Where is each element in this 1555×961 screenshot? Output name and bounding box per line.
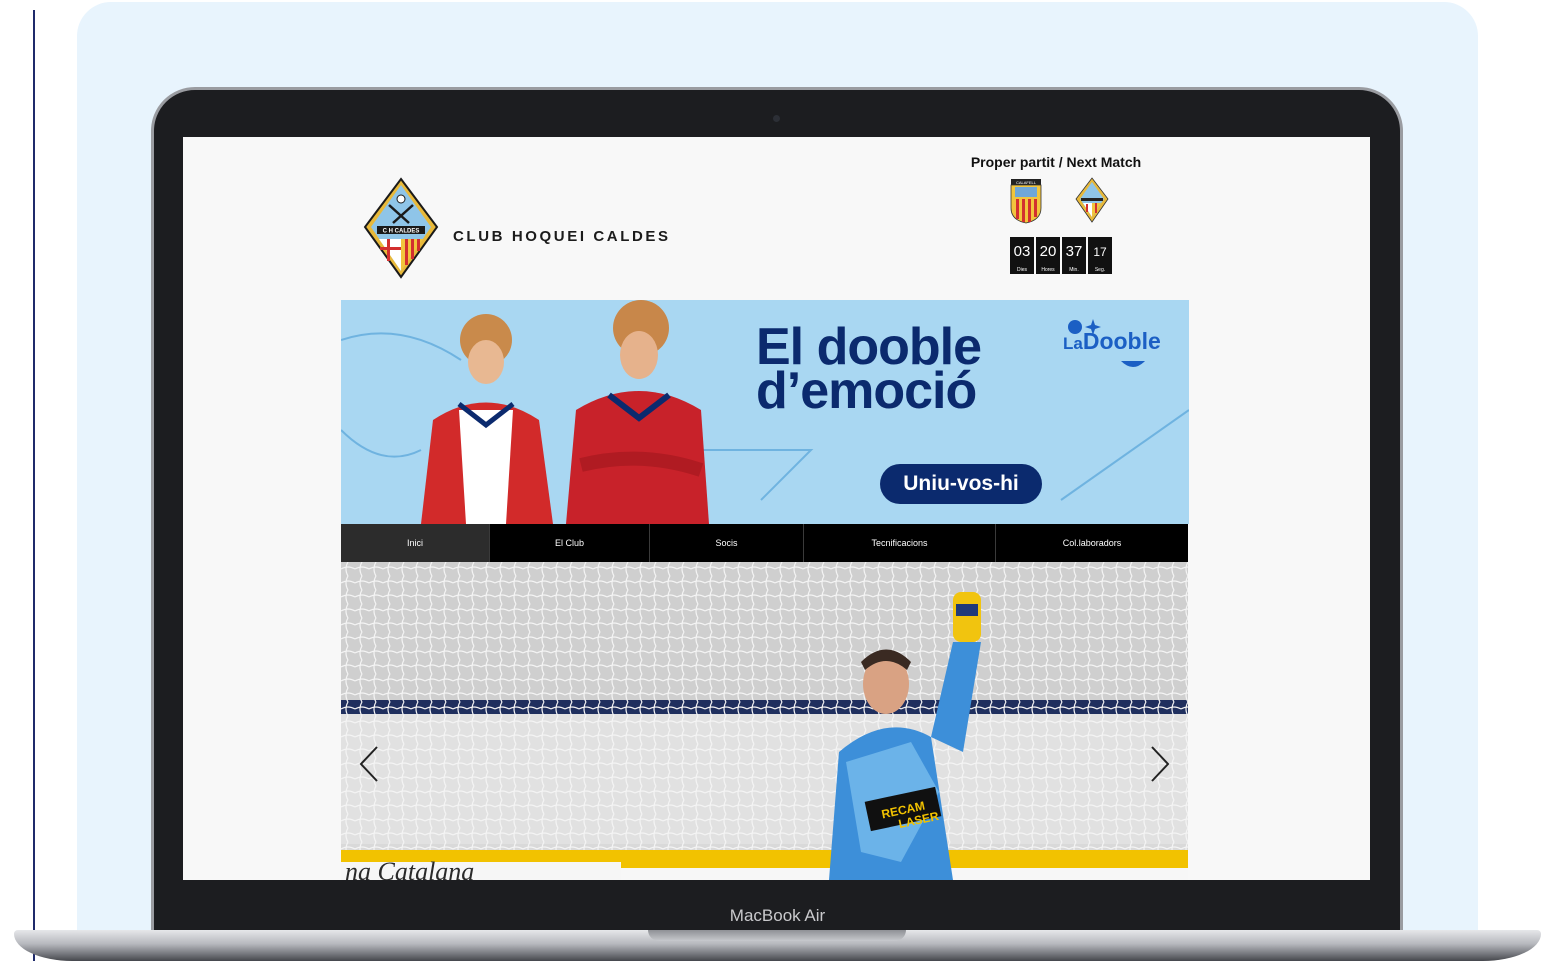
banner-headline: El dooble d’emoció [756, 321, 982, 420]
logo-text: C H CALDES [383, 229, 420, 235]
nav-item-el-club[interactable]: El Club [490, 524, 650, 562]
home-team-crest-icon: CALAFELL [1010, 179, 1042, 224]
countdown-hours: 20 Hores [1036, 237, 1060, 274]
countdown-seconds-label: Seg. [1088, 266, 1112, 274]
countdown-days-label: Dies [1010, 266, 1034, 274]
stage: MacBook Air C H CALDES CLUB HOQUEI CALDE… [0, 0, 1555, 961]
previous-slide-arrow-icon[interactable] [357, 744, 383, 784]
website-screen: C H CALDES CLUB HOQUEI CALDES Proper par… [183, 137, 1370, 880]
countdown-minutes-label: Min. [1062, 266, 1086, 274]
side-rule [33, 10, 35, 961]
nav-item-socis[interactable]: Socis [650, 524, 804, 562]
promo-banner[interactable]: El dooble d’emoció Uniu-vos-hi LaDooble [341, 300, 1189, 524]
countdown-minutes-value: 37 [1065, 243, 1083, 260]
countdown-days: 03 Dies [1010, 237, 1034, 274]
camera-icon [773, 115, 780, 122]
countdown-hours-value: 20 [1039, 243, 1057, 260]
brand-name: LaDooble [1063, 328, 1161, 355]
next-slide-arrow-icon[interactable] [1146, 744, 1172, 784]
brand-prefix: La [1063, 334, 1083, 353]
home-crest-text: CALAFELL [1016, 180, 1037, 185]
device-label: MacBook Air [729, 906, 826, 925]
hero-photo: RECAM LASER na Catalana [341, 562, 1188, 880]
main-nav: Inici El Club Socis Tecnificacions Col.l… [341, 524, 1188, 562]
join-button[interactable]: Uniu-vos-hi [880, 464, 1042, 504]
countdown-days-value: 03 [1013, 243, 1031, 260]
countdown-seconds: 17 Seg. [1088, 237, 1112, 274]
laptop-notch [648, 930, 906, 941]
brand-name-text: Dooble [1082, 328, 1161, 354]
nav-item-tecnificacions[interactable]: Tecnificacions [804, 524, 996, 562]
match-countdown: 03 Dies 20 Hores 37 Min. 17 Seg. [1010, 237, 1112, 274]
nav-item-col-laboradors[interactable]: Col.laboradors [996, 524, 1188, 562]
rink-board-text: na Catalana [345, 857, 474, 880]
next-match-title: Proper partit / Next Match [970, 154, 1142, 170]
banner-headline-line2: d’emoció [756, 362, 977, 420]
club-name[interactable]: CLUB HOQUEI CALDES [453, 228, 671, 245]
away-team-crest-icon [1075, 177, 1109, 223]
countdown-seconds-value: 17 [1093, 245, 1107, 259]
nav-item-inici[interactable]: Inici [341, 524, 490, 562]
club-logo-icon[interactable]: C H CALDES [363, 177, 439, 279]
countdown-minutes: 37 Min. [1062, 237, 1086, 274]
hero-slideshow[interactable]: RECAM LASER na Catalana [341, 562, 1188, 880]
countdown-hours-label: Hores [1036, 266, 1060, 274]
